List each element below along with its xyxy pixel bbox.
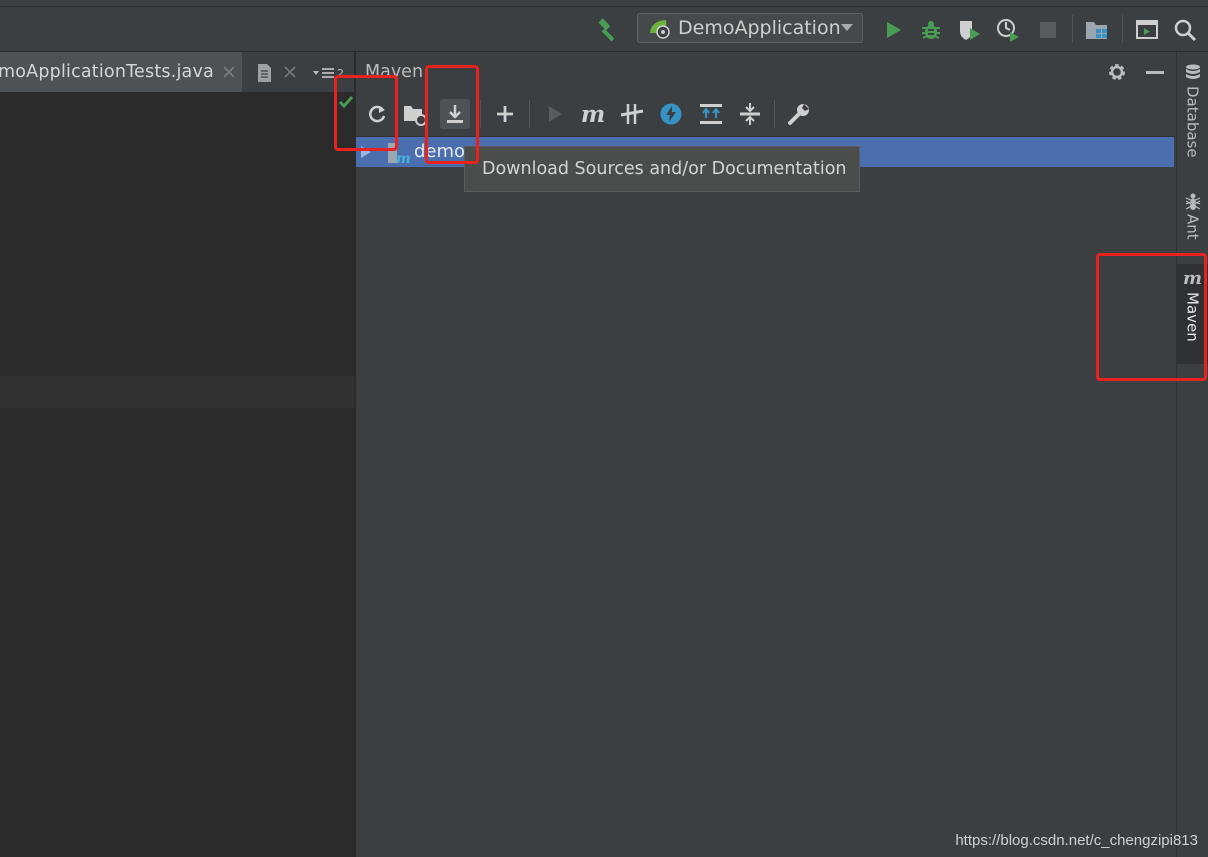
run-configuration-selector[interactable]: DemoApplication	[637, 13, 863, 43]
project-structure-icon[interactable]	[1084, 17, 1110, 43]
toggle-offline-icon[interactable]	[617, 99, 647, 129]
editor-tab-bar: moApplicationTests.java 2	[0, 52, 354, 92]
spring-boot-icon	[648, 17, 672, 39]
skip-tests-icon[interactable]	[656, 99, 686, 129]
run-icon[interactable]	[880, 17, 906, 43]
svg-text:m: m	[396, 151, 410, 165]
chevron-down-icon	[840, 24, 853, 32]
editor-content[interactable]	[0, 92, 354, 857]
ant-icon	[1184, 192, 1202, 210]
stop-icon[interactable]	[1035, 17, 1061, 43]
coverage-icon[interactable]	[956, 17, 982, 43]
toolbar-separator	[529, 100, 530, 128]
stripe-item-label: Ant	[1183, 214, 1202, 240]
maven-panel-header: Maven	[356, 52, 1176, 92]
toolbar-top-border	[0, 6, 1208, 7]
settings-icon[interactable]	[1106, 61, 1128, 83]
maven-toolbar: m	[356, 92, 1176, 137]
debug-icon[interactable]	[918, 17, 944, 43]
database-icon	[1185, 64, 1201, 82]
editor-current-line	[0, 376, 354, 408]
close-icon[interactable]	[223, 66, 235, 78]
stripe-item-database[interactable]: Database	[1177, 64, 1208, 158]
collapse-all-icon[interactable]	[735, 99, 765, 129]
profile-icon[interactable]	[995, 17, 1021, 43]
stripe-item-label: Database	[1183, 86, 1202, 158]
toolbar-separator	[480, 100, 481, 128]
editor-tab-label: moApplicationTests.java	[0, 62, 214, 82]
annotation-box-reload	[334, 75, 398, 151]
search-icon[interactable]	[1172, 17, 1198, 43]
close-icon[interactable]	[284, 66, 296, 78]
run-icon[interactable]	[540, 99, 570, 129]
right-tool-window-stripe: Database Ant m Maven	[1176, 52, 1208, 857]
toolbar-separator	[1072, 15, 1073, 43]
main-toolbar: DemoApplication	[0, 0, 1208, 52]
toolbar-separator	[774, 100, 775, 128]
maven-goal-icon[interactable]: m	[578, 99, 608, 129]
editor-tab[interactable]: moApplicationTests.java	[0, 52, 242, 92]
tooltip: Download Sources and/or Documentation	[464, 146, 860, 192]
stripe-item-ant[interactable]: Ant	[1177, 192, 1208, 240]
settings-wrench-icon[interactable]	[784, 99, 814, 129]
minimize-icon[interactable]	[1146, 71, 1164, 74]
presentation-icon[interactable]	[1134, 17, 1160, 43]
watermark: https://blog.csdn.net/c_chengzipi813	[955, 832, 1198, 849]
annotation-box-download	[425, 65, 479, 164]
add-icon[interactable]	[490, 99, 520, 129]
run-configuration-label: DemoApplication	[678, 17, 841, 39]
annotation-box-maven-stripe	[1096, 253, 1207, 381]
hammer-icon[interactable]	[595, 17, 621, 43]
maven-project-tree[interactable]: m demo	[356, 137, 1176, 857]
file-icon[interactable]	[255, 63, 273, 83]
toolbar-separator	[1122, 15, 1123, 43]
tooltip-text: Download Sources and/or Documentation	[482, 159, 847, 179]
expand-all-icon[interactable]	[696, 99, 726, 129]
